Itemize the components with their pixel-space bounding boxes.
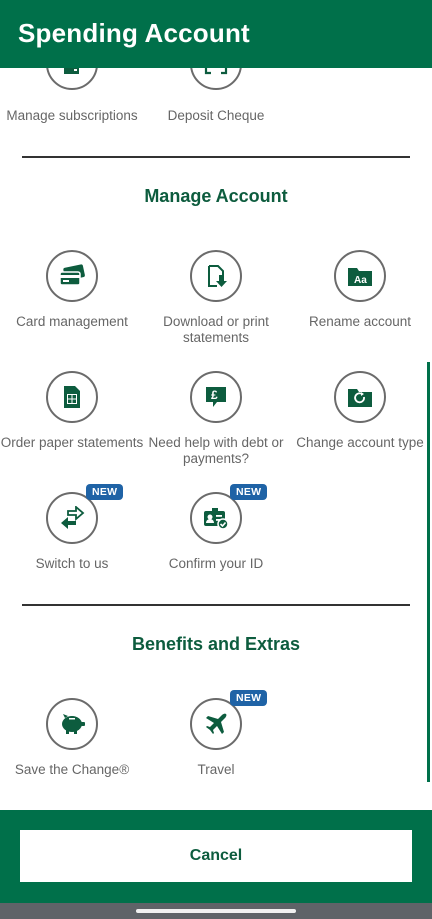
svg-text:Aa: Aa	[354, 275, 367, 286]
page-title: Spending Account	[18, 18, 250, 48]
tile-label: Change account type	[296, 435, 424, 450]
new-badge: NEW	[86, 484, 124, 500]
scroll-content[interactable]: Manage subscriptions Deposit Cheque Mana…	[0, 0, 432, 810]
tile-label: Manage subscriptions	[6, 108, 138, 123]
footer-bar: Cancel	[0, 810, 432, 903]
tile-label: Travel	[197, 762, 235, 777]
tile-label: Switch to us	[35, 556, 109, 571]
piggy-bank-icon	[46, 698, 98, 750]
pound-chat-icon: £	[190, 371, 242, 423]
new-badge: NEW	[230, 690, 268, 706]
tile-label: Need help with debt or payments?	[148, 435, 284, 466]
change-folder-icon	[334, 371, 386, 423]
tile-label: Save the Change®	[14, 762, 130, 777]
tile-label: Deposit Cheque	[167, 108, 265, 123]
section-title-benefits: Benefits and Extras	[131, 634, 301, 654]
tile-label: Order paper statements	[0, 435, 144, 450]
tile-label: Rename account	[308, 314, 412, 329]
paper-statement-icon	[46, 371, 98, 423]
new-badge: NEW	[230, 484, 268, 500]
tile-label: Confirm your ID	[168, 556, 264, 571]
svg-text:£: £	[211, 388, 218, 402]
scrollbar[interactable]	[427, 362, 430, 782]
download-document-icon	[190, 250, 242, 302]
section-title-manage-account: Manage Account	[144, 186, 288, 206]
home-gesture-handle[interactable]	[136, 909, 296, 913]
divider	[22, 156, 410, 158]
divider	[22, 604, 410, 606]
tile-label: Download or print statements	[163, 314, 269, 345]
card-icon	[46, 250, 98, 302]
cancel-button[interactable]: Cancel	[20, 830, 412, 882]
app-header: Spending Account	[0, 0, 432, 68]
rename-folder-icon: Aa	[334, 250, 386, 302]
tile-label: Card management	[16, 314, 128, 329]
system-navigation-bar	[0, 903, 432, 919]
